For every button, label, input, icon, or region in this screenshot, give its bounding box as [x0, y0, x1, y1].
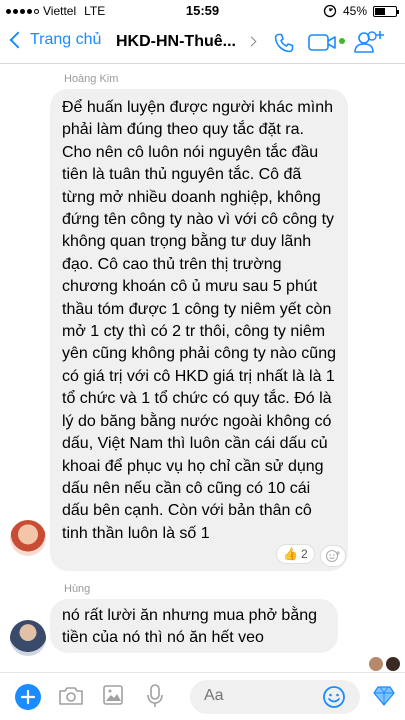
message-input-wrapper[interactable] [190, 680, 360, 714]
smiley-plus-icon [326, 550, 340, 562]
online-dot [339, 38, 345, 44]
reaction-count: 2 [300, 547, 308, 561]
avatar[interactable] [10, 520, 46, 556]
chevron-left-icon [9, 31, 27, 49]
video-icon[interactable] [308, 33, 340, 53]
add-reaction-button[interactable] [320, 545, 346, 567]
seen-avatar [369, 657, 383, 671]
phone-icon[interactable] [272, 31, 296, 55]
status-bar: Viettel LTE 15:59 45% [0, 0, 405, 22]
message-text: nó rất lười ăn nhưng mua phở bằng tiền c… [62, 607, 322, 647]
add-people-icon[interactable] [352, 28, 386, 56]
back-button[interactable]: Trang chủ [8, 31, 101, 49]
status-right: 45% [323, 4, 399, 18]
message-text: Để huấn luyện được người khác mình phải … [62, 99, 341, 542]
nav-bar: Trang chủ HKD-HN-Thuê... [0, 22, 405, 64]
message-bubble[interactable]: nó rất lười ăn nhưng mua phở bằng tiền c… [50, 599, 338, 653]
chevron-right-icon[interactable] [246, 36, 257, 47]
alarm-icon [323, 4, 337, 18]
photo-icon[interactable] [102, 684, 124, 706]
emoji-icon[interactable] [322, 685, 346, 709]
sender-name: Hùng [64, 583, 91, 595]
gem-icon[interactable] [372, 685, 396, 707]
avatar[interactable] [10, 620, 46, 656]
battery-icon [373, 5, 399, 17]
composer-toolbar [0, 672, 405, 720]
battery-percent: 45% [342, 4, 367, 18]
message-bubble[interactable]: Để huấn luyện được người khác mình phải … [50, 89, 348, 571]
reaction-pill[interactable]: 👍 2 [276, 544, 315, 564]
camera-icon[interactable] [58, 685, 84, 707]
plus-icon[interactable] [14, 683, 42, 711]
seen-avatar [386, 657, 400, 671]
microphone-icon[interactable] [146, 683, 164, 709]
thumbs-up-icon: 👍 [283, 547, 298, 561]
conversation-title[interactable]: HKD-HN-Thuê... [116, 33, 244, 51]
sender-name: Hoàng Kim [64, 73, 119, 85]
back-label: Trang chủ [30, 31, 102, 48]
message-input[interactable] [204, 687, 314, 705]
